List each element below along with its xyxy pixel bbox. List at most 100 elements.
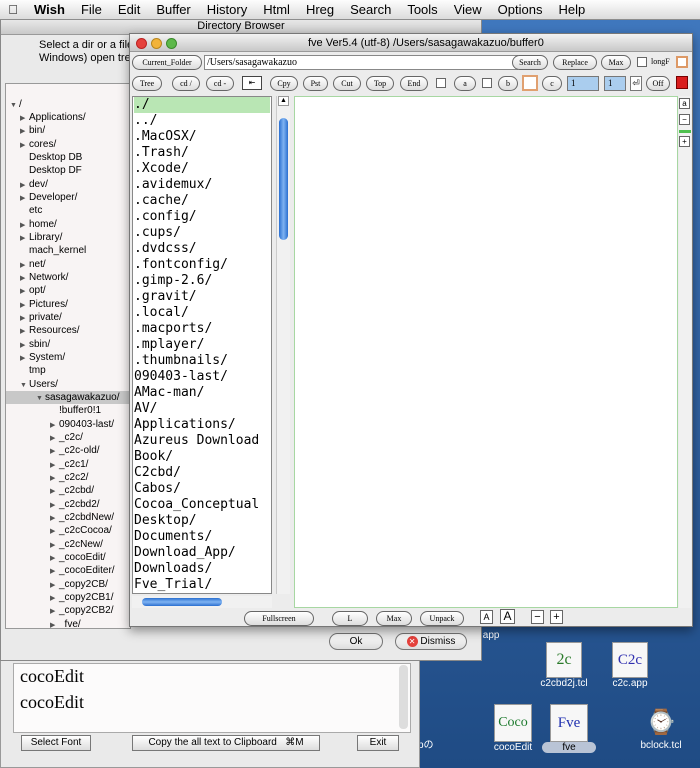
tree-item[interactable]: _fve/ <box>59 619 81 628</box>
file-list-item[interactable]: Azureus Download <box>134 433 270 449</box>
zoom-icon[interactable] <box>166 38 177 49</box>
cd-root-button[interactable]: cd / <box>172 76 200 91</box>
tree-item[interactable]: dev/ <box>29 179 48 190</box>
tree-item[interactable]: bin/ <box>29 125 45 136</box>
chevron-right-icon[interactable]: ▶ <box>50 445 59 458</box>
cd-back-button[interactable]: cd - <box>206 76 234 91</box>
chevron-right-icon[interactable]: ▶ <box>50 565 59 578</box>
tree-item[interactable]: _copy2CB2/ <box>59 605 113 616</box>
file-list-item[interactable]: .Trash/ <box>134 145 270 161</box>
file-list-item[interactable]: .local/ <box>134 305 270 321</box>
file-list-item[interactable]: .macports/ <box>134 321 270 337</box>
file-list-item[interactable]: .Xcode/ <box>134 161 270 177</box>
color-swatch-red[interactable] <box>676 76 688 89</box>
tree-item[interactable]: _cocoEdit/ <box>59 552 106 563</box>
file-list-item[interactable]: .gimp-2.6/ <box>134 273 270 289</box>
chevron-right-icon[interactable]: ▶ <box>20 139 29 152</box>
minimize-icon[interactable] <box>151 38 162 49</box>
tree-item[interactable]: Desktop DF <box>29 165 82 176</box>
tree-item[interactable]: Developer/ <box>29 192 77 203</box>
tree-item[interactable]: System/ <box>29 352 65 363</box>
tree-item[interactable]: Applications/ <box>29 112 86 123</box>
file-list-item[interactable]: Documents/ <box>134 529 270 545</box>
menu-hreg[interactable]: Hreg <box>298 2 342 17</box>
tree-item[interactable]: _c2cbd2/ <box>59 499 100 510</box>
menu-file[interactable]: File <box>73 2 110 17</box>
paste-button[interactable]: Pst <box>303 76 328 91</box>
tree-item[interactable]: opt/ <box>29 285 46 296</box>
tree-item[interactable]: Network/ <box>29 272 68 283</box>
tree-item[interactable]: tmp <box>29 365 46 376</box>
file-list-item[interactable]: Cocoa_Conceptual <box>134 497 270 513</box>
tree-item[interactable]: _cocoEditer/ <box>59 565 115 576</box>
chevron-down-icon[interactable]: ▼ <box>36 392 45 405</box>
menu-buffer[interactable]: Buffer <box>148 2 198 17</box>
ok-button[interactable]: Ok <box>329 633 383 650</box>
file-list-item[interactable]: Cabos/ <box>134 481 270 497</box>
chevron-down-icon[interactable]: ▼ <box>10 99 19 112</box>
checkbox-1[interactable] <box>436 78 446 88</box>
cut-button[interactable]: Cut <box>333 76 361 91</box>
file-list-item[interactable]: .MacOSX/ <box>134 129 270 145</box>
tree-item[interactable]: net/ <box>29 259 46 270</box>
tree-item[interactable]: _c2cNew/ <box>59 539 103 550</box>
file-list-item[interactable]: .fontconfig/ <box>134 257 270 273</box>
exit-button[interactable]: Exit <box>357 735 399 751</box>
file-list-scrollbar[interactable]: ▲ <box>276 96 290 594</box>
apple-icon[interactable]:  <box>0 2 26 17</box>
chevron-right-icon[interactable]: ▶ <box>20 325 29 338</box>
file-list-item[interactable]: .config/ <box>134 209 270 225</box>
menu-html[interactable]: Html <box>255 2 298 17</box>
tree-item[interactable]: Users/ <box>29 379 58 390</box>
chevron-right-icon[interactable]: ▶ <box>20 125 29 138</box>
file-list-item[interactable]: .mplayer/ <box>134 337 270 353</box>
file-list-item[interactable]: C2cbd/ <box>134 465 270 481</box>
file-list-item[interactable]: AMac-man/ <box>134 385 270 401</box>
h-scroll-thumb[interactable] <box>142 598 222 606</box>
tree-item[interactable]: home/ <box>29 219 57 230</box>
copy-clipboard-button[interactable]: Copy the all text to Clipboard ⌘M <box>132 735 320 751</box>
file-list-item[interactable]: 090403-last/ <box>134 369 270 385</box>
bottom-max-button[interactable]: Max <box>376 611 412 626</box>
file-list-item[interactable]: .thumbnails/ <box>134 353 270 369</box>
file-list-item[interactable]: Download_App/ <box>134 545 270 561</box>
directory-tree[interactable]: ▼ / ▶ Applications/ ▶ bin/ ▶ cores/ Desktop … <box>5 83 131 629</box>
file-list-item[interactable]: ./ <box>134 97 270 113</box>
tree-item[interactable]: 090403-last/ <box>59 419 114 430</box>
file-list-item[interactable]: AV/ <box>134 401 270 417</box>
tree-item[interactable]: Desktop DB <box>29 152 82 163</box>
scroll-up-arrow[interactable]: ▲ <box>278 96 289 106</box>
chevron-right-icon[interactable]: ▶ <box>20 285 29 298</box>
file-list-item[interactable]: Book/ <box>134 449 270 465</box>
checkbox-2[interactable] <box>482 78 492 88</box>
path-field[interactable]: /Users/sasagawakazuo <box>204 55 518 70</box>
desktop-icon-fve[interactable]: Fve fve <box>542 704 596 753</box>
top-button[interactable]: Top <box>366 76 394 91</box>
return-icon[interactable]: ⏎ <box>630 76 642 91</box>
file-list-item[interactable]: .dvdcss/ <box>134 241 270 257</box>
file-list-item[interactable]: Fve_Trial/ <box>134 577 270 593</box>
cocoedit-scrollbar[interactable] <box>399 665 408 729</box>
tree-item[interactable]: !buffer0!1 <box>59 405 101 416</box>
menu-app[interactable]: Wish <box>26 2 73 17</box>
chevron-right-icon[interactable]: ▶ <box>20 232 29 245</box>
tree-item[interactable]: _copy2CB/ <box>59 579 108 590</box>
fullscreen-button[interactable]: Fullscreen <box>244 611 314 626</box>
menu-help[interactable]: Help <box>550 2 593 17</box>
file-list-item[interactable]: Desktop/ <box>134 513 270 529</box>
dismiss-button[interactable]: ✕ Dismiss <box>395 633 467 650</box>
zoom-in-button[interactable]: + <box>550 610 563 624</box>
editor-a-button[interactable]: a <box>679 98 690 109</box>
replace-button[interactable]: Replace <box>553 55 597 70</box>
file-list-item[interactable]: Applications/ <box>134 417 270 433</box>
tree-item[interactable]: _c2c2/ <box>59 472 88 483</box>
tree-item[interactable]: Resources/ <box>29 325 80 336</box>
field-1[interactable]: 1 <box>567 76 599 91</box>
c-button[interactable]: c <box>542 76 562 91</box>
horizontal-scrollbar[interactable] <box>132 596 272 608</box>
tree-item[interactable]: / <box>19 99 22 110</box>
tree-item[interactable]: _c2cbdNew/ <box>59 512 114 523</box>
chevron-right-icon[interactable]: ▶ <box>20 352 29 365</box>
file-list-item[interactable]: ../ <box>134 113 270 129</box>
folder-icon[interactable]: ⇤ <box>242 76 262 90</box>
